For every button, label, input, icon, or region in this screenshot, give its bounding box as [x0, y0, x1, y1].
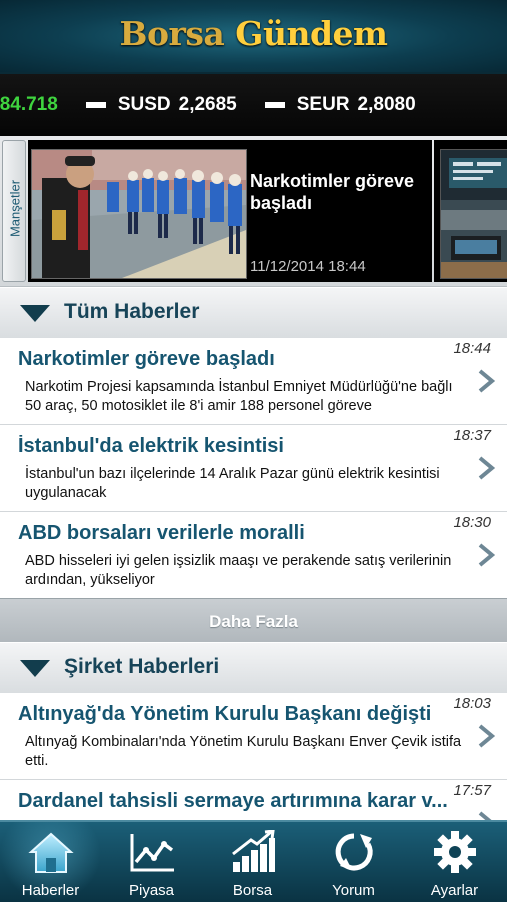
ticker-item-susd: SUSD 2,2685: [85, 94, 237, 116]
ticker-value: 2,8080: [357, 94, 416, 115]
tab-label: Borsa: [232, 882, 273, 899]
tab-ayarlar[interactable]: Ayarlar: [404, 822, 505, 902]
collapse-triangle-icon: [20, 305, 50, 322]
ticker-item-xu100: 100 84.718: [0, 94, 58, 116]
tab-label: Haberler: [21, 882, 80, 899]
chevron-right-icon: [478, 456, 496, 480]
ticker-separator: [85, 102, 106, 108]
headline-photo-next: [440, 149, 507, 279]
news-summary: Altınyağ Kombinaları'nda Yönetim Kurulu …: [25, 734, 462, 769]
ticker-value: 84.718: [0, 94, 58, 115]
app-logo: Borsa Gündem: [0, 14, 507, 54]
ticker-row: 100 84.718 SUSD 2,2685 SEUR 2,8080: [0, 94, 444, 116]
news-item[interactable]: 18:44 Narkotimler göreve başladı Narkoti…: [0, 338, 507, 425]
section-header-company-news[interactable]: Şirket Haberleri: [0, 642, 507, 694]
section-title: Tüm Haberler: [64, 300, 200, 323]
ticker-value: 2,2685: [178, 94, 237, 115]
headline-date: 11/12/2014 18:44: [250, 258, 366, 275]
market-ticker[interactable]: 100 84.718 SUSD 2,2685 SEUR 2,8080: [0, 74, 507, 136]
line-chart-icon: [130, 834, 174, 872]
tab-yorum[interactable]: Yorum: [303, 822, 404, 902]
headline-slider[interactable]: Manşetler Narkotimler göreve başladı 11/…: [0, 136, 507, 287]
ticker-name: SEUR: [296, 94, 350, 115]
police-parade-image: [32, 150, 246, 278]
collapse-triangle-icon: [20, 660, 50, 677]
news-item[interactable]: 18:30 ABD borsaları verilerle moralli AB…: [0, 512, 507, 599]
headline-photo: [31, 149, 247, 279]
logo-word-gundem: Gündem: [235, 14, 388, 53]
headlines-side-label: Manşetler: [7, 179, 23, 238]
ticker-name: SUSD: [117, 94, 171, 115]
tab-piyasa[interactable]: Piyasa: [101, 822, 202, 902]
ticker-item-seur: SEUR 2,8080: [264, 94, 416, 116]
ticker-separator: [264, 102, 285, 108]
news-summary: ABD hisseleri iyi gelen işsizlik maaşı v…: [25, 553, 452, 588]
headlines-side-tab[interactable]: Manşetler: [2, 140, 26, 282]
logo-word-borsa: Borsa: [119, 14, 225, 53]
app-header: Borsa Gündem: [0, 0, 507, 74]
gear-icon: [434, 831, 476, 873]
tab-borsa[interactable]: Borsa: [202, 822, 303, 902]
more-button[interactable]: Daha Fazla: [0, 598, 507, 648]
bottom-tab-bar: Haberler Piyasa Borsa Yorum Ayarlar: [0, 820, 507, 902]
trading-floor-image: [441, 150, 507, 278]
headline-title: Narkotimler göreve başladı: [250, 171, 415, 213]
chevron-right-icon: [478, 724, 496, 748]
news-title: İstanbul'da elektrik kesintisi: [18, 435, 284, 457]
home-icon: [28, 832, 74, 873]
more-button-label: Daha Fazla: [209, 612, 298, 631]
refresh-icon: [335, 833, 373, 871]
section-header-all-news[interactable]: Tüm Haberler: [0, 287, 507, 339]
chevron-right-icon: [478, 543, 496, 567]
news-title: ABD borsaları verilerle moralli: [18, 522, 305, 544]
news-summary: İstanbul'un bazı ilçelerinde 14 Aralık P…: [25, 466, 440, 501]
news-summary: Narkotim Projesi kapsamında İstanbul Emn…: [25, 379, 453, 414]
news-title: Dardanel tahsisli sermaye artırımına kar…: [18, 790, 448, 812]
news-item[interactable]: 18:03 Altınyağ'da Yönetim Kurulu Başkanı…: [0, 693, 507, 780]
section-title: Şirket Haberleri: [64, 655, 220, 678]
tab-haberler[interactable]: Haberler: [0, 822, 101, 902]
news-item[interactable]: 18:37 İstanbul'da elektrik kesintisi İst…: [0, 425, 507, 512]
chevron-right-icon: [478, 369, 496, 393]
news-title: Narkotimler göreve başladı: [18, 348, 275, 370]
headline-slide-next[interactable]: [434, 140, 507, 282]
headline-slide[interactable]: Narkotimler göreve başladı 11/12/2014 18…: [28, 140, 432, 282]
tab-label: Ayarlar: [430, 882, 479, 899]
news-title: Altınyağ'da Yönetim Kurulu Başkanı değiş…: [18, 703, 432, 725]
bar-chart-icon: [232, 830, 275, 872]
tab-label: Yorum: [332, 882, 375, 899]
tab-label: Piyasa: [128, 882, 175, 899]
